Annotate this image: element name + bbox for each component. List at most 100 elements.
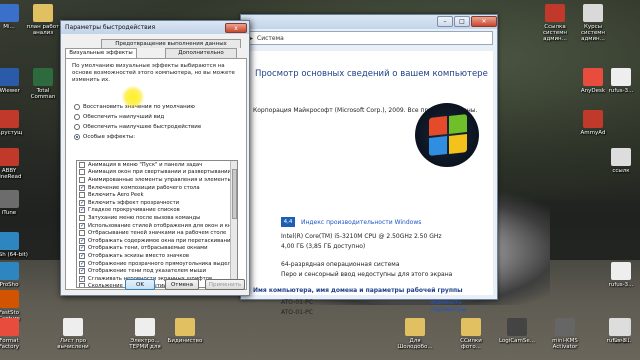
effect-item[interactable]: Отображать эскизы вместо значков (77, 252, 237, 260)
radio-button[interactable] (74, 114, 80, 120)
effect-item[interactable]: Отображение тени под указателем мыши (77, 267, 237, 275)
desktop-icon-right-3[interactable]: rufus-3... (602, 68, 640, 94)
desktop-icon-bottom-2[interactable]: Бидиниство (166, 318, 204, 344)
desktop-icon-col2-1[interactable]: Total Comman (24, 68, 62, 100)
desktop-icon-col2-0[interactable]: план работ анализ (24, 4, 62, 36)
effect-item[interactable]: Отбрасывание теней значками на рабочем с… (77, 229, 237, 237)
effect-item[interactable]: Анимированные элементы управления и элем… (77, 176, 237, 184)
ok-button[interactable]: OK (125, 279, 155, 290)
address-text: Система (257, 34, 284, 42)
effect-checkbox[interactable] (79, 267, 85, 275)
desktop-app-icon (611, 148, 631, 166)
desktop-icon-left-3[interactable]: ABBY FineRead (0, 148, 28, 180)
desktop-app-icon (63, 318, 83, 336)
effect-checkbox[interactable] (79, 176, 85, 183)
desktop-app-icon (0, 262, 19, 280)
desktop-icon-left-4[interactable]: iTune (0, 190, 28, 216)
desktop-app-icon (507, 318, 527, 336)
effect-checkbox[interactable] (79, 206, 85, 214)
effect-item[interactable]: Анимация окон при свертывании и разверты… (77, 169, 237, 177)
radio-option-1[interactable]: Обеспечить наилучший вид (74, 114, 164, 120)
effect-item[interactable]: Отображать тени, отбрасываемые окнами (77, 244, 237, 253)
radio-option-3[interactable]: Особые эффекты: (74, 134, 135, 140)
wei-link[interactable]: Индекс производительности Windows (301, 219, 421, 226)
desktop-app-icon (0, 4, 19, 22)
effect-label: Отображение прозрачного прямоугольника в… (88, 260, 238, 267)
effect-checkbox[interactable] (79, 214, 85, 221)
desktop-icon-bottom-4[interactable]: ССилки фото... (452, 318, 490, 350)
desktop-icon-label: rufus-3... (606, 338, 632, 344)
desktop-icon-bottom-6[interactable]: mini-KMS Activator (546, 318, 584, 350)
scrollbar-thumb[interactable] (232, 169, 237, 219)
effect-checkbox[interactable] (79, 199, 85, 206)
minimize-button[interactable]: – (437, 16, 453, 27)
effect-item[interactable]: Использование стилей отображения для око… (77, 222, 237, 230)
effect-label: Включение композиции рабочего стола (88, 184, 200, 191)
desktop-icon-left-6[interactable]: ProSho (0, 262, 28, 288)
desktop-app-icon (583, 68, 603, 86)
desktop-icon-right-0[interactable]: Ссылка системн админ... (536, 4, 574, 42)
effect-item[interactable]: Включить эффект прозрачности (77, 199, 237, 207)
effect-checkbox[interactable] (79, 184, 85, 191)
desktop-icon-bottom-3[interactable]: Для Шолодобо... (396, 318, 434, 350)
close-button[interactable]: ✕ (471, 16, 497, 27)
desktop-icon-right-6[interactable]: rufus-3... (602, 262, 640, 288)
desktop-app-icon (545, 4, 565, 22)
desktop-icon-label: mini-KMS Activator (552, 338, 578, 350)
desktop-icon-right-5[interactable]: ссылк (602, 148, 640, 174)
effect-checkbox[interactable] (79, 283, 85, 287)
dialog-close-button[interactable]: x (225, 22, 247, 33)
address-bar[interactable]: ▸ Система (245, 31, 493, 45)
effect-checkbox[interactable] (79, 161, 85, 168)
effect-item[interactable]: Затухание меню после вызова команды (77, 214, 237, 222)
effect-label: Включить Aero Peek (88, 192, 144, 199)
effect-checkbox[interactable] (79, 252, 85, 259)
desktop-icon-left-8[interactable]: Format Factory (0, 318, 28, 350)
effect-checkbox[interactable] (79, 192, 85, 199)
desktop-icon-right-4[interactable]: AmmyAd (574, 110, 612, 136)
desktop-icon-label: Для Шолодобо... (397, 338, 433, 350)
desktop-app-icon (135, 318, 155, 336)
effect-label: Отображение тени под указателем мыши (88, 268, 207, 275)
radio-button[interactable] (74, 104, 80, 110)
desktop-icon-left-5[interactable]: ProSh (64-bit) (0, 232, 28, 258)
effect-checkbox[interactable] (79, 230, 85, 237)
radio-option-2[interactable]: Обеспечить наилучшее быстродействие (74, 124, 201, 130)
desktop-icon-label: iTune (1, 210, 17, 216)
apply-button[interactable]: Применить (205, 279, 245, 290)
effect-checkbox[interactable] (79, 169, 85, 176)
desktop-icon-label: Total Comman (30, 88, 56, 100)
desktop-icon-bottom-0[interactable]: Лист про вычислени (54, 318, 92, 350)
radio-label: Обеспечить наилучшее быстродействие (83, 124, 202, 130)
tab-advanced[interactable]: Дополнительно (165, 48, 237, 58)
effect-label: Отображать содержимое окна при перетаски… (88, 237, 234, 244)
effects-scrollbar[interactable] (230, 161, 237, 287)
maximize-button[interactable]: □ (454, 16, 470, 27)
change-settings-link[interactable]: Изменить параметры (431, 299, 491, 313)
effect-item[interactable]: Включение композиции рабочего стола (77, 184, 237, 192)
dialog-titlebar: Параметры быстродействия x (61, 21, 249, 34)
desktop-icon-left-2[interactable]: ...рустущ (0, 110, 28, 136)
tab-dep[interactable]: Предотвращение выполнения данных (101, 39, 241, 48)
effect-label: Гладкое прокручивание списков (88, 207, 180, 214)
effect-checkbox[interactable] (79, 260, 85, 267)
wei-score-badge: 4,4 (281, 217, 295, 227)
desktop-app-icon (405, 318, 425, 336)
desktop-icon-right-1[interactable]: Курсы системн админ... (574, 4, 612, 42)
effect-item[interactable]: Отображать содержимое окна при перетаски… (77, 237, 237, 245)
effect-checkbox[interactable] (79, 222, 85, 229)
radio-button[interactable] (74, 134, 80, 140)
effect-item[interactable]: Гладкое прокручивание списков (77, 206, 237, 215)
cancel-button[interactable]: Отмена (165, 279, 199, 290)
radio-button[interactable] (74, 124, 80, 130)
desktop-icon-bottom-1[interactable]: Электро... ТЕРМИ для (126, 318, 164, 350)
effect-item[interactable]: Включить Aero Peek (77, 191, 237, 199)
effect-checkbox[interactable] (79, 275, 85, 282)
desktop-icon-bottom-7[interactable]: rufus-3... (600, 318, 638, 344)
intro-text: По умолчанию визуальные эффекты выбирают… (72, 63, 235, 83)
effect-checkbox[interactable] (79, 237, 85, 244)
effect-checkbox[interactable] (79, 244, 85, 252)
effect-item[interactable]: Анимация в меню "Пуск" и панели задач (77, 161, 237, 169)
desktop-icon-bottom-5[interactable]: LogiCamSe... (498, 318, 536, 344)
effect-item[interactable]: Отображение прозрачного прямоугольника в… (77, 260, 237, 268)
